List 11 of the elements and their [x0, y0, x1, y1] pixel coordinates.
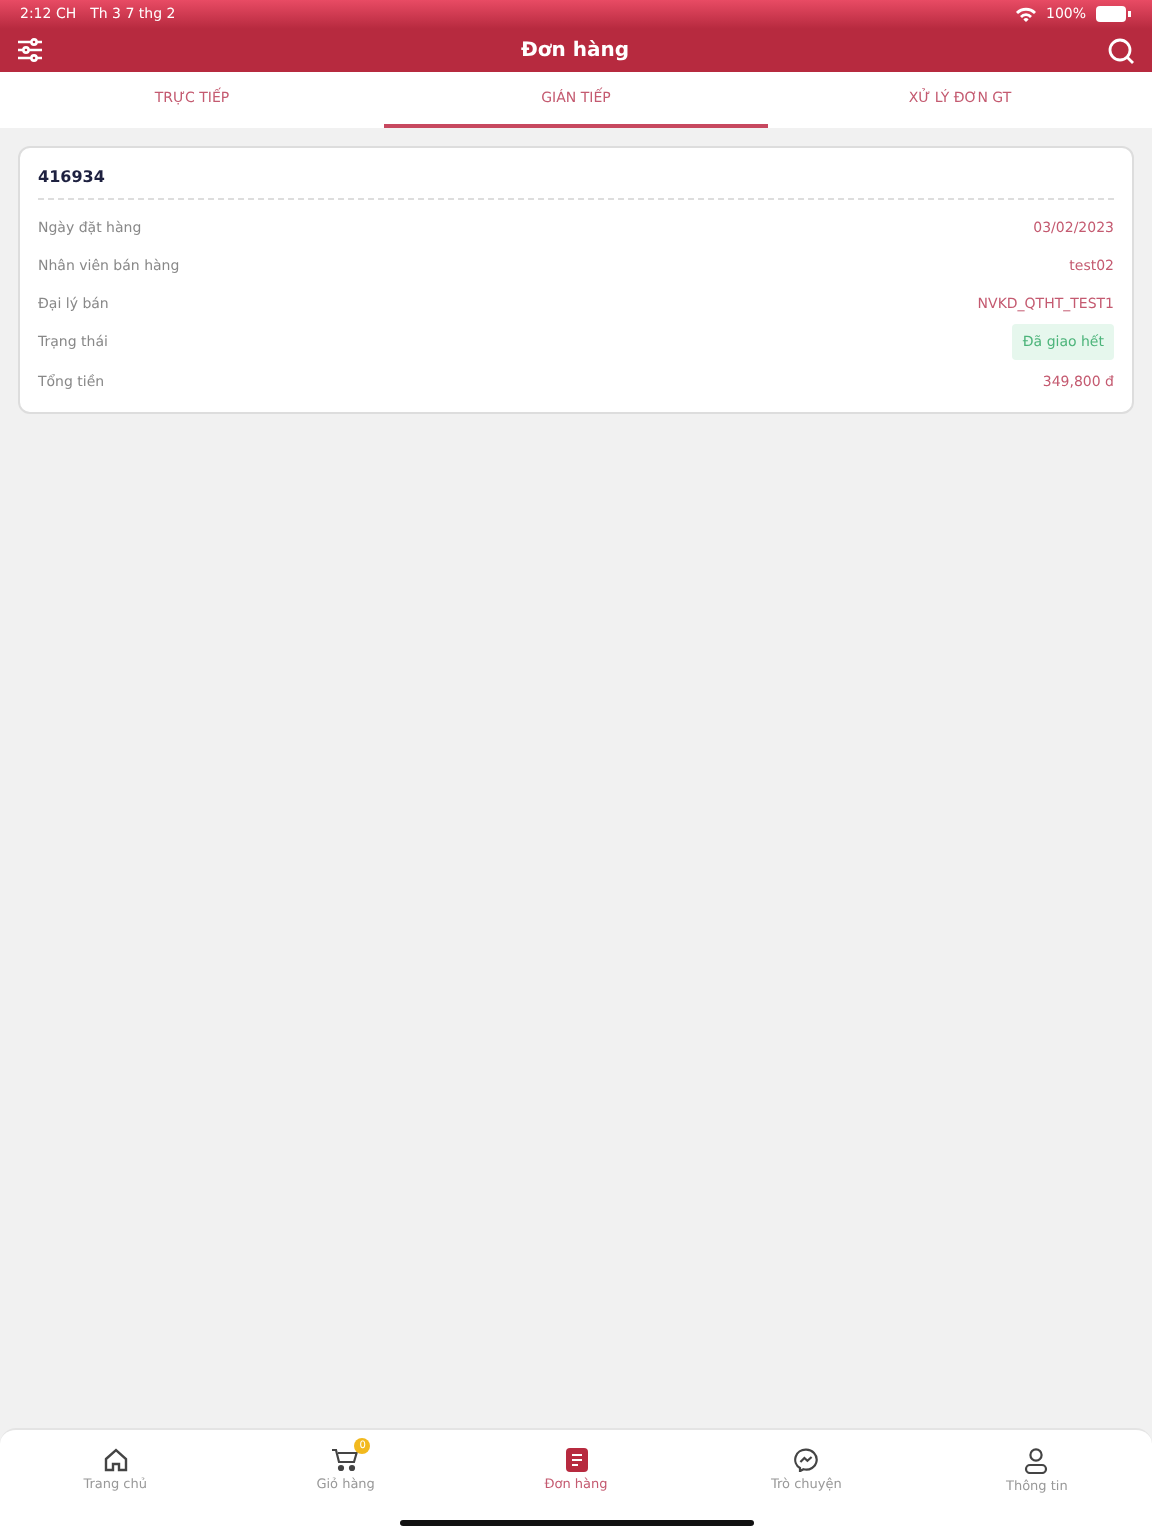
battery-icon: [1096, 6, 1132, 22]
home-icon: [103, 1448, 128, 1472]
order-code: 416934: [38, 166, 107, 190]
cart-icon: [332, 1448, 359, 1472]
chat-icon: [794, 1448, 819, 1472]
page-title: Đơn hàng: [521, 39, 629, 61]
search-icon[interactable]: [1108, 37, 1134, 63]
user-icon: [1024, 1448, 1049, 1474]
document-icon: [565, 1448, 587, 1472]
wifi-icon: [1015, 6, 1036, 22]
filter-icon[interactable]: [18, 38, 42, 62]
